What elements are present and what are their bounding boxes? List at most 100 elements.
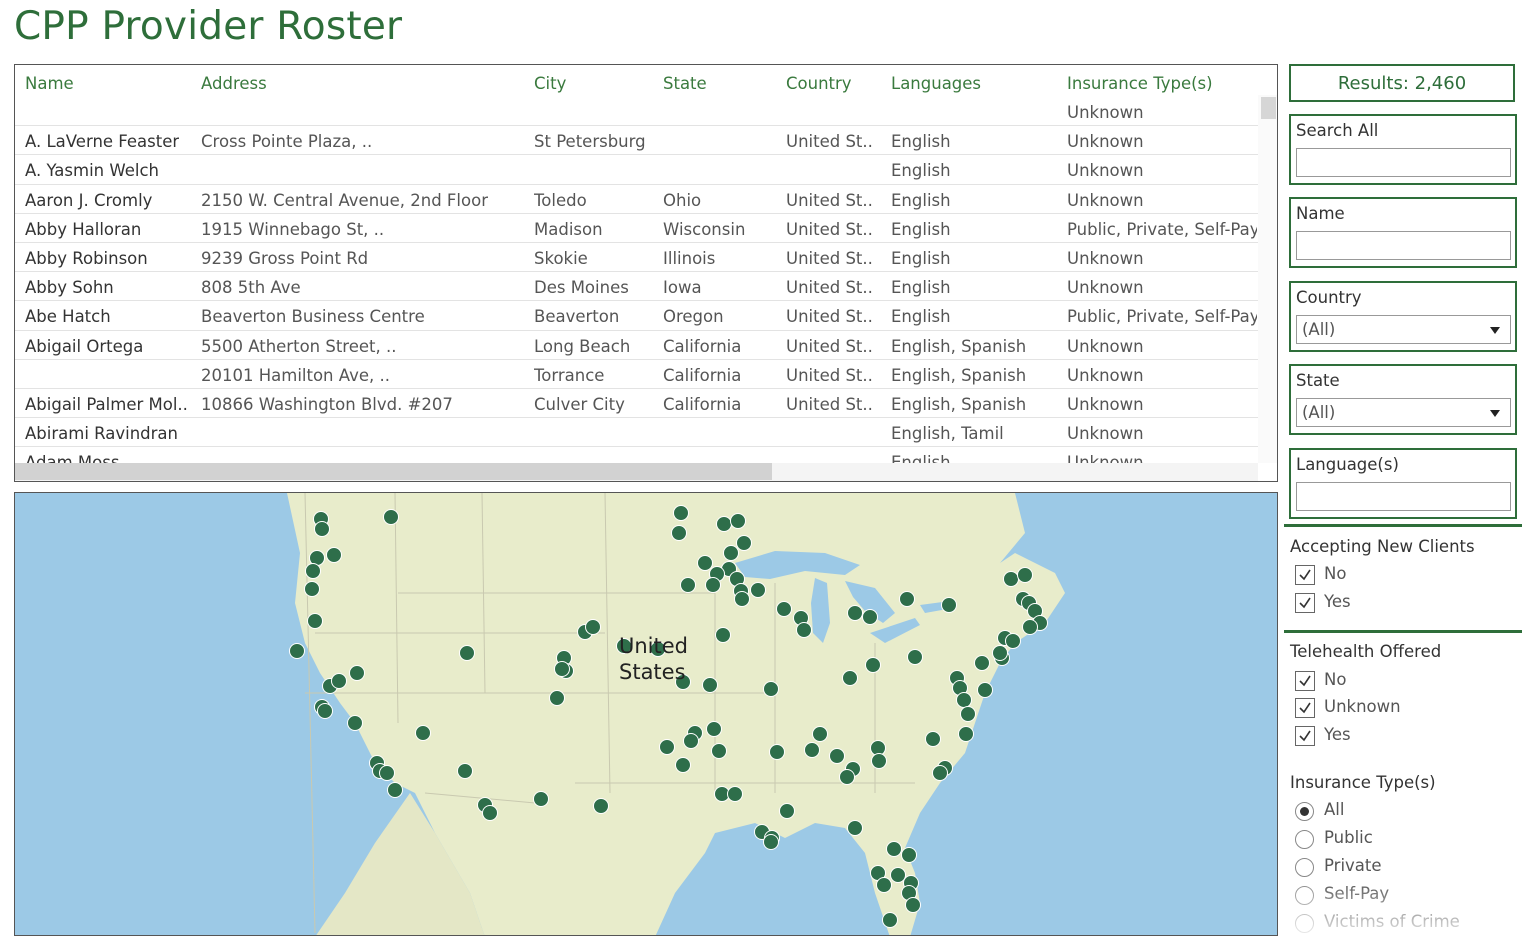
provider-marker[interactable] — [307, 613, 323, 629]
provider-marker[interactable] — [871, 753, 887, 769]
checkbox-checked[interactable] — [1295, 671, 1315, 691]
checkbox-checked[interactable] — [1295, 698, 1315, 718]
provider-marker[interactable] — [899, 591, 915, 607]
radio-unselected[interactable] — [1295, 858, 1314, 877]
provider-marker[interactable] — [829, 748, 845, 764]
provider-marker[interactable] — [705, 577, 721, 593]
checkbox-checked[interactable] — [1295, 593, 1315, 613]
radio-unselected[interactable] — [1295, 914, 1314, 933]
table-row[interactable]: Abe Hatch Beaverton Business Centre Beaver… — [15, 301, 1258, 331]
checkbox-checked[interactable] — [1295, 565, 1315, 585]
table-row[interactable]: Abigail Palmer Mol.. 10866 Washington Blv… — [15, 389, 1258, 419]
checkbox-checked[interactable] — [1295, 726, 1315, 746]
column-header-languages[interactable]: Languages — [891, 74, 981, 93]
provider-marker[interactable] — [960, 706, 976, 722]
provider-marker[interactable] — [977, 682, 993, 698]
provider-marker[interactable] — [847, 820, 863, 836]
language-input[interactable] — [1296, 482, 1511, 511]
table-row[interactable]: A. LaVerne Feaster Cross Pointe Plaza, ..… — [15, 126, 1258, 156]
provider-marker[interactable] — [730, 513, 746, 529]
table-row[interactable]: Abby Sohn 808 5th Ave Des Moines Iowa United… — [15, 272, 1258, 302]
provider-marker[interactable] — [715, 627, 731, 643]
provider-marker[interactable] — [1005, 633, 1021, 649]
provider-marker[interactable] — [736, 535, 752, 551]
provider-marker[interactable] — [585, 619, 601, 635]
column-header-country[interactable]: Country — [786, 74, 852, 93]
provider-marker[interactable] — [304, 581, 320, 597]
provider-marker[interactable] — [659, 739, 675, 755]
name-input[interactable] — [1296, 231, 1511, 260]
provider-marker[interactable] — [702, 677, 718, 693]
table-row[interactable]: Abirami Ravindran English, Tamil Unknown — [15, 418, 1258, 448]
country-dropdown[interactable]: (All) — [1296, 315, 1511, 344]
provider-marker[interactable] — [839, 769, 855, 785]
provider-marker[interactable] — [593, 798, 609, 814]
provider-marker[interactable] — [554, 661, 570, 677]
table-row[interactable]: Aaron J. Cromly 2150 W. Central Avenue, 2… — [15, 185, 1258, 214]
provider-marker[interactable] — [549, 690, 565, 706]
provider-marker[interactable] — [673, 505, 689, 521]
provider-marker[interactable] — [812, 726, 828, 742]
provider-marker[interactable] — [956, 692, 972, 708]
provider-marker[interactable] — [533, 791, 549, 807]
provider-marker[interactable] — [1003, 571, 1019, 587]
table-horizontal-scrollbar[interactable] — [15, 463, 1258, 481]
provider-marker[interactable] — [482, 805, 498, 821]
provider-marker[interactable] — [706, 721, 722, 737]
table-row[interactable]: A. Yasmin Welch English Unknown — [15, 155, 1258, 185]
column-header-name[interactable]: Name — [25, 74, 74, 93]
provider-marker[interactable] — [326, 547, 342, 563]
provider-marker[interactable] — [750, 582, 766, 598]
provider-marker[interactable] — [671, 525, 687, 541]
provider-marker[interactable] — [974, 655, 990, 671]
provider-marker[interactable] — [680, 577, 696, 593]
map-canvas[interactable] — [15, 493, 1278, 936]
provider-marker[interactable] — [932, 765, 948, 781]
provider-marker[interactable] — [941, 597, 957, 613]
state-dropdown[interactable]: (All) — [1296, 398, 1511, 427]
provider-marker[interactable] — [716, 516, 732, 532]
provider-marker[interactable] — [1022, 619, 1038, 635]
radio-selected[interactable] — [1295, 802, 1314, 821]
column-header-insurance[interactable]: Insurance Type(s) — [1067, 74, 1213, 93]
column-header-state[interactable]: State — [663, 74, 707, 93]
provider-marker[interactable] — [842, 670, 858, 686]
provider-marker[interactable] — [776, 601, 792, 617]
search-all-input[interactable] — [1296, 148, 1511, 177]
provider-map[interactable]: United States — [14, 492, 1278, 936]
provider-marker[interactable] — [763, 681, 779, 697]
provider-marker[interactable] — [723, 545, 739, 561]
table-row[interactable]: Abigail Ortega 5500 Atherton Street, .. Lo… — [15, 331, 1258, 360]
provider-marker[interactable] — [862, 609, 878, 625]
provider-marker[interactable] — [305, 563, 321, 579]
provider-marker[interactable] — [683, 733, 699, 749]
provider-marker[interactable] — [804, 742, 820, 758]
provider-marker[interactable] — [675, 757, 691, 773]
provider-marker[interactable] — [383, 509, 399, 525]
column-header-city[interactable]: City — [534, 74, 566, 93]
provider-marker[interactable] — [779, 803, 795, 819]
provider-marker[interactable] — [763, 834, 779, 850]
chevron-down-icon[interactable] — [1490, 410, 1500, 417]
provider-marker[interactable] — [734, 591, 750, 607]
provider-marker[interactable] — [415, 725, 431, 741]
provider-marker[interactable] — [387, 782, 403, 798]
column-header-address[interactable]: Address — [201, 74, 267, 93]
provider-marker[interactable] — [882, 912, 898, 928]
scrollbar-thumb[interactable] — [1261, 97, 1276, 119]
table-row[interactable]: Unknown — [15, 97, 1258, 127]
radio-unselected[interactable] — [1295, 830, 1314, 849]
provider-marker[interactable] — [379, 765, 395, 781]
table-vertical-scrollbar[interactable] — [1258, 95, 1277, 463]
provider-marker[interactable] — [317, 703, 333, 719]
provider-marker[interactable] — [876, 877, 892, 893]
provider-marker[interactable] — [289, 643, 305, 659]
radio-unselected[interactable] — [1295, 886, 1314, 905]
provider-marker[interactable] — [769, 744, 785, 760]
provider-marker[interactable] — [331, 673, 347, 689]
provider-marker[interactable] — [907, 649, 923, 665]
provider-marker[interactable] — [958, 726, 974, 742]
provider-marker[interactable] — [347, 715, 363, 731]
table-row[interactable]: Abby Robinson 9239 Gross Point Rd Skokie Il… — [15, 243, 1258, 273]
provider-marker[interactable] — [697, 555, 713, 571]
